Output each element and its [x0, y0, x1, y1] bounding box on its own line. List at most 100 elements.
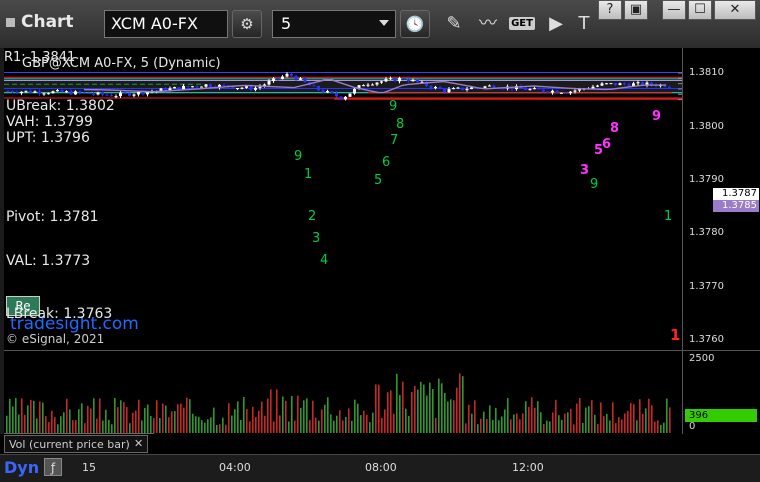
time-button[interactable]: 🕓 [400, 10, 430, 38]
volume-bar [528, 406, 530, 433]
value-area [4, 80, 682, 93]
volume-bar [51, 410, 53, 433]
volume-bar [309, 420, 311, 433]
volume-bar [48, 422, 50, 433]
candle-body [600, 83, 604, 86]
volume-bar [486, 419, 488, 433]
volume-bar [417, 389, 419, 433]
symbol-input[interactable]: XCM A0-FX [104, 10, 228, 38]
studies-button[interactable]: 〰 [472, 8, 504, 40]
volume-bar [78, 409, 80, 433]
volume-bar [531, 397, 533, 433]
get-button[interactable]: GET [506, 8, 538, 40]
volume-bar [30, 399, 32, 433]
volume-bar [651, 405, 653, 433]
candle-body [312, 85, 316, 87]
volume-bar [216, 424, 218, 433]
restore-button[interactable]: ▣ [624, 0, 648, 20]
candle-body [177, 87, 181, 90]
volume-bar [129, 423, 131, 433]
volume-bar [423, 384, 425, 433]
volume-bar [315, 417, 317, 433]
volume-bar [192, 413, 194, 433]
volume-bar [111, 424, 113, 433]
volume-bar [624, 413, 626, 433]
volume-bar [294, 420, 296, 433]
volume-bar [303, 400, 305, 433]
volume-bar [117, 407, 119, 433]
volume-current-badge: 396 [685, 409, 757, 422]
volume-chart[interactable]: Vol (current price bar) ✕ [4, 350, 682, 435]
candle-body [443, 88, 446, 93]
volume-pane-close-icon[interactable]: ✕ [134, 437, 143, 450]
volume-bar [420, 381, 422, 433]
interval-dropdown[interactable]: 5 [272, 10, 396, 38]
volume-bar [483, 411, 485, 433]
pencil-icon: ✎ [446, 13, 462, 34]
close-button[interactable]: ✕ [714, 0, 756, 20]
volume-bar [96, 418, 98, 433]
candle-body [110, 95, 113, 97]
candle-body [272, 78, 275, 82]
price-chart[interactable]: 991234567891356891 R1: 1.3841 GBP@XCM A0… [4, 48, 682, 350]
candle-body [438, 86, 442, 89]
volume-bar [450, 399, 452, 433]
volume-bar [171, 411, 173, 433]
minimize-button[interactable]: — [662, 0, 686, 20]
volume-bar [588, 406, 590, 433]
candle-body [335, 93, 338, 97]
volume-bar [135, 410, 137, 433]
help-button[interactable]: ? [598, 0, 622, 20]
volume-bar [522, 413, 524, 433]
candle-body [321, 90, 325, 93]
volume-bar [249, 421, 251, 433]
volume-bar [36, 418, 38, 433]
app-menu-icon[interactable] [6, 17, 15, 27]
volume-bar [165, 405, 167, 433]
volume-bar [495, 407, 497, 433]
volume-bar [285, 400, 287, 433]
volume-bar [93, 398, 95, 433]
volume-bar [327, 397, 329, 433]
volume-bar [246, 409, 248, 433]
volume-bar [612, 402, 614, 433]
volume-bar [147, 404, 149, 433]
draw-button[interactable]: ✎ [438, 8, 470, 40]
price-scale[interactable]: 1.3810 1.3800 1.3790 1.3780 1.3770 1.376… [682, 48, 760, 350]
candle-body [15, 92, 19, 94]
candle-body [38, 91, 41, 94]
volume-bar [636, 420, 638, 433]
candle-body [371, 84, 374, 86]
volume-bar [540, 412, 542, 433]
volume-scale: 2500 0 396 [682, 350, 760, 435]
volume-bar [591, 400, 593, 433]
volume-bar [156, 400, 158, 433]
text-button[interactable]: T [568, 8, 600, 40]
settings-button[interactable]: ⚙ [232, 10, 262, 38]
volume-bar [144, 407, 146, 433]
candle-body [29, 90, 32, 93]
candle-body [542, 89, 545, 92]
volume-bar [498, 420, 500, 433]
time-axis[interactable]: Dyn ƒ 15 04:00 08:00 12:00 [0, 454, 760, 482]
volume-bar [324, 404, 326, 433]
setup-count-green: 9 [389, 99, 397, 114]
volume-bar [33, 400, 35, 433]
volume-bar [369, 422, 371, 433]
volume-bar [513, 414, 515, 433]
candle-body [569, 91, 572, 94]
volume-bar [180, 403, 182, 433]
maximize-button[interactable]: ☐ [688, 0, 712, 20]
candle-body [470, 87, 473, 90]
candle-body [452, 88, 455, 90]
volume-bar [318, 420, 320, 433]
formula-button[interactable]: ƒ [44, 458, 62, 476]
volume-bar [360, 415, 362, 433]
volume-bar [465, 423, 467, 433]
candle-body [186, 85, 190, 87]
volume-bar [138, 399, 140, 433]
volume-bar [177, 404, 179, 433]
volume-bar [21, 398, 23, 433]
volume-bar [570, 408, 572, 433]
candle-body [636, 82, 640, 84]
